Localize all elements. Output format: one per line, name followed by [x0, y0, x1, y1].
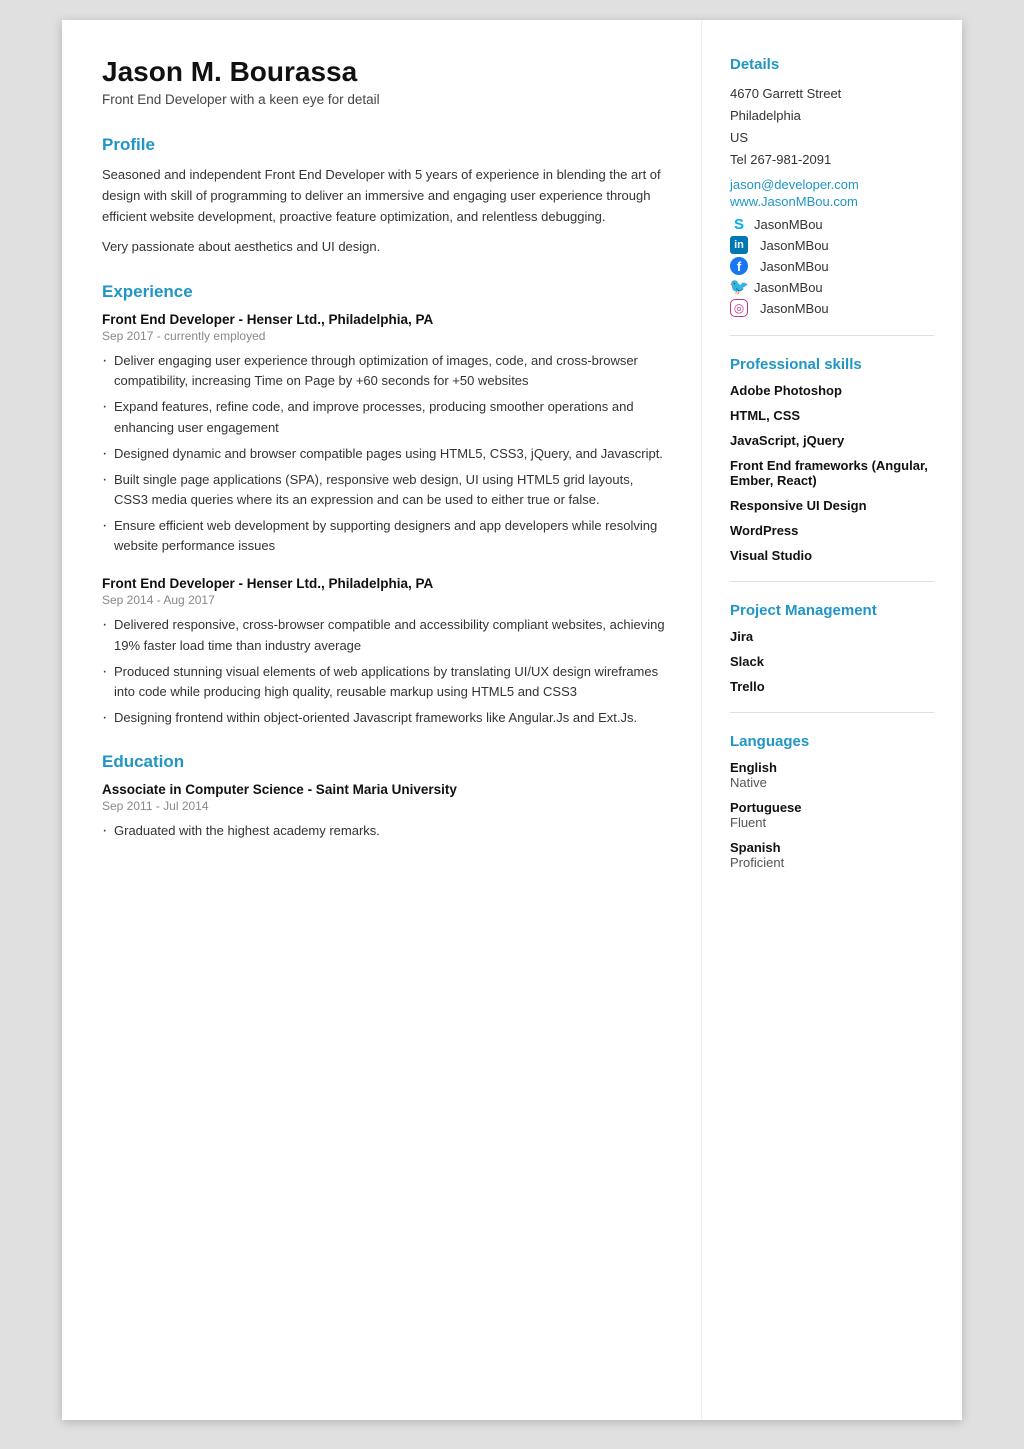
social-instagram: ◎ JasonMBou	[730, 299, 934, 317]
education-bullets-1: Graduated with the highest academy remar…	[102, 821, 665, 841]
linkedin-handle: JasonMBou	[760, 238, 829, 253]
social-links: S JasonMBou in JasonMBou f JasonMBou 🐦 J…	[730, 215, 934, 317]
skill-2: HTML, CSS	[730, 408, 934, 423]
email-link[interactable]: jason@developer.com	[730, 177, 934, 192]
lang-3: Spanish Proficient	[730, 840, 934, 870]
education-block-1: Associate in Computer Science - Saint Ma…	[102, 782, 665, 841]
lang-level-1: Native	[730, 775, 934, 790]
skill-6: WordPress	[730, 523, 934, 538]
experience-section-title: Experience	[102, 282, 665, 302]
profile-section-title: Profile	[102, 135, 665, 155]
skill-5: Responsive UI Design	[730, 498, 934, 513]
skype-icon: S	[730, 215, 748, 233]
linkedin-icon: in	[730, 236, 748, 254]
bullet-item: Built single page applications (SPA), re…	[102, 470, 665, 510]
lang-1: English Native	[730, 760, 934, 790]
bullet-item: Designed dynamic and browser compatible …	[102, 444, 665, 464]
twitter-handle: JasonMBou	[754, 280, 823, 295]
profile-text2: Very passionate about aesthetics and UI …	[102, 237, 665, 258]
prof-skills-title: Professional skills	[730, 356, 934, 373]
job-bullets-2: Delivered responsive, cross-browser comp…	[102, 615, 665, 728]
address-line3: US	[730, 130, 748, 145]
proj-3: Trello	[730, 679, 934, 694]
proj-mgmt-list: Jira Slack Trello	[730, 629, 934, 694]
tel: Tel 267-981-2091	[730, 152, 831, 167]
languages-list: English Native Portuguese Fluent Spanish…	[730, 760, 934, 870]
lang-name-3: Spanish	[730, 840, 934, 855]
bullet-item: Expand features, refine code, and improv…	[102, 397, 665, 437]
website-link[interactable]: www.JasonMBou.com	[730, 194, 934, 209]
lang-name-2: Portuguese	[730, 800, 934, 815]
bullet-item: Graduated with the highest academy remar…	[102, 821, 665, 841]
skype-handle: JasonMBou	[754, 217, 823, 232]
divider-1	[730, 335, 934, 336]
job-bullets-1: Deliver engaging user experience through…	[102, 351, 665, 556]
address-line2: Philadelphia	[730, 108, 801, 123]
social-twitter: 🐦 JasonMBou	[730, 278, 934, 296]
proj-2: Slack	[730, 654, 934, 669]
lang-level-3: Proficient	[730, 855, 934, 870]
divider-2	[730, 581, 934, 582]
bullet-item: Ensure efficient web development by supp…	[102, 516, 665, 556]
address: 4670 Garrett Street Philadelphia US Tel …	[730, 83, 934, 171]
resume-paper: Jason M. Bourassa Front End Developer wi…	[62, 20, 962, 1420]
right-column: Details 4670 Garrett Street Philadelphia…	[702, 20, 962, 1420]
facebook-handle: JasonMBou	[760, 259, 829, 274]
candidate-tagline: Front End Developer with a keen eye for …	[102, 92, 665, 107]
education-degree-1: Associate in Computer Science - Saint Ma…	[102, 782, 665, 797]
bullet-item: Designing frontend within object-oriente…	[102, 708, 665, 728]
details-section-title: Details	[730, 56, 934, 73]
job-dates-1: Sep 2017 - currently employed	[102, 329, 665, 343]
languages-title: Languages	[730, 733, 934, 750]
instagram-icon: ◎	[730, 299, 748, 317]
profile-text1: Seasoned and independent Front End Devel…	[102, 165, 665, 227]
divider-3	[730, 712, 934, 713]
education-section-title: Education	[102, 752, 665, 772]
job-dates-2: Sep 2014 - Aug 2017	[102, 593, 665, 607]
social-linkedin: in JasonMBou	[730, 236, 934, 254]
skill-1: Adobe Photoshop	[730, 383, 934, 398]
bullet-item: Produced stunning visual elements of web…	[102, 662, 665, 702]
job-title-2: Front End Developer - Henser Ltd., Phila…	[102, 576, 665, 591]
skill-7: Visual Studio	[730, 548, 934, 563]
prof-skills-list: Adobe Photoshop HTML, CSS JavaScript, jQ…	[730, 383, 934, 563]
lang-2: Portuguese Fluent	[730, 800, 934, 830]
proj-mgmt-title: Project Management	[730, 602, 934, 619]
social-facebook: f JasonMBou	[730, 257, 934, 275]
education-dates-1: Sep 2011 - Jul 2014	[102, 799, 665, 813]
proj-1: Jira	[730, 629, 934, 644]
job-block-2: Front End Developer - Henser Ltd., Phila…	[102, 576, 665, 728]
bullet-item: Delivered responsive, cross-browser comp…	[102, 615, 665, 655]
skill-4: Front End frameworks (Angular, Ember, Re…	[730, 458, 934, 488]
bullet-item: Deliver engaging user experience through…	[102, 351, 665, 391]
job-block-1: Front End Developer - Henser Ltd., Phila…	[102, 312, 665, 556]
lang-name-1: English	[730, 760, 934, 775]
skill-3: JavaScript, jQuery	[730, 433, 934, 448]
left-column: Jason M. Bourassa Front End Developer wi…	[62, 20, 702, 1420]
candidate-name: Jason M. Bourassa	[102, 56, 665, 88]
social-skype: S JasonMBou	[730, 215, 934, 233]
twitter-icon: 🐦	[730, 278, 748, 296]
job-title-1: Front End Developer - Henser Ltd., Phila…	[102, 312, 665, 327]
lang-level-2: Fluent	[730, 815, 934, 830]
instagram-handle: JasonMBou	[760, 301, 829, 316]
facebook-icon: f	[730, 257, 748, 275]
address-line1: 4670 Garrett Street	[730, 86, 841, 101]
